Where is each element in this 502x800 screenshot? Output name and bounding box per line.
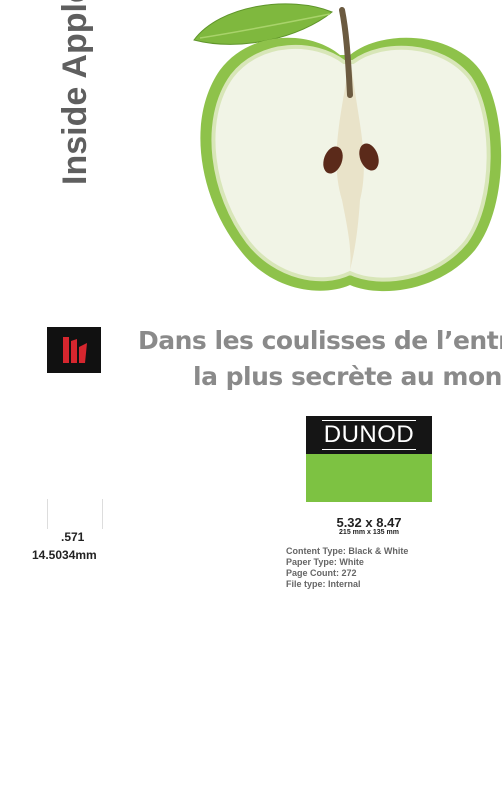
green-apple-half-icon	[193, 3, 502, 292]
page-count: Page Count: 272	[286, 568, 357, 578]
spine-title: Inside Apple	[56, 0, 94, 185]
trim-size: 5.32 x 8.47 215 mm x 135 mm	[306, 515, 432, 536]
trim-size-inches: 5.32 x 8.47	[336, 515, 402, 530]
publisher-name: DUNOD	[321, 420, 417, 450]
spine-width-mm: 14.5034mm	[32, 548, 97, 562]
print-specs: Content Type: Black & White Paper Type: …	[286, 546, 408, 590]
spine-width-marker	[47, 499, 103, 529]
publisher-logo-green-band	[306, 454, 432, 502]
file-type: File type: Internal	[286, 579, 361, 589]
spine-width-inches: .571	[61, 530, 85, 544]
trim-size-mm: 215 mm x 135 mm	[339, 529, 399, 536]
content-type: Content Type: Black & White	[286, 546, 409, 556]
subtitle-line-2: la plus secrète au mond	[193, 362, 502, 391]
publisher-logo: DUNOD	[306, 416, 432, 502]
subtitle-line-1: Dans les coulisses de l’entre	[138, 326, 502, 355]
paper-type: Paper Type: White	[286, 557, 364, 567]
cover-subtitle: Dans les coulisses de l’entre la plus se…	[0, 326, 502, 396]
